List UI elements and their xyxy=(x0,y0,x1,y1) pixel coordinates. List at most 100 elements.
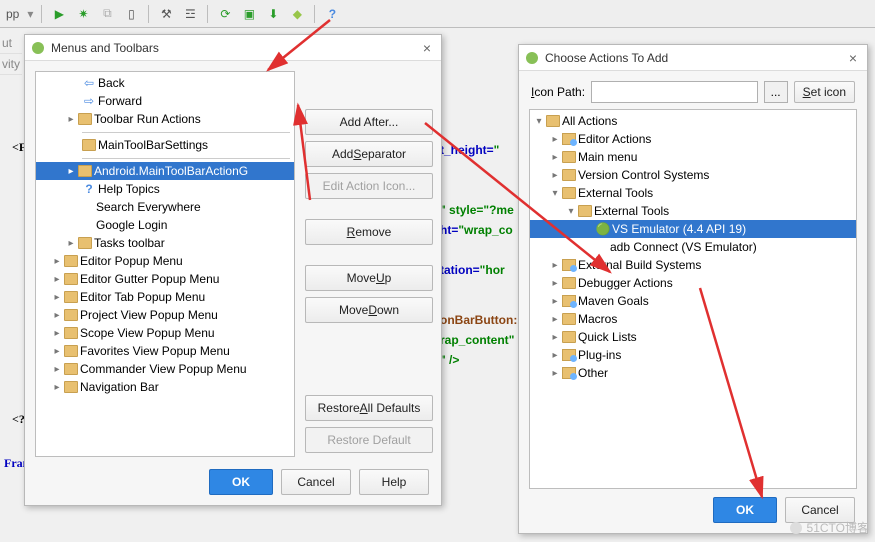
folder-icon xyxy=(78,237,92,249)
tree-item-ext2[interactable]: ▾External Tools xyxy=(530,202,856,220)
tree-item-project-popup[interactable]: ▸Project View Popup Menu xyxy=(36,306,294,324)
expand-icon[interactable]: ▸ xyxy=(66,166,76,177)
move-up-button[interactable]: Move Up xyxy=(305,265,433,291)
code-background: t_height=" " style="?me ht="wrap_co tati… xyxy=(440,140,517,370)
close-icon[interactable]: × xyxy=(419,40,435,56)
help-icon[interactable]: ? xyxy=(323,5,341,23)
tree-item-fav-popup[interactable]: ▸Favorites View Popup Menu xyxy=(36,342,294,360)
menus-toolbars-dialog: Menus and Toolbars × ⇦Back ⇨Forward ▸Too… xyxy=(24,34,442,506)
device-icon[interactable]: ▯ xyxy=(122,5,140,23)
choose-actions-dialog: Choose Actions To Add × Icon Path: ... S… xyxy=(518,44,868,534)
tree-item-vs-emulator-selected[interactable]: 🟢VS Emulator (4.4 API 19) xyxy=(530,220,856,238)
tree-item-tab-popup[interactable]: ▸Editor Tab Popup Menu xyxy=(36,288,294,306)
tree-item-vcs[interactable]: ▸Version Control Systems xyxy=(530,166,856,184)
expand-icon[interactable]: ▸ xyxy=(52,382,62,393)
tree-item-forward[interactable]: ⇨Forward xyxy=(36,92,294,110)
dialog-titlebar: Menus and Toolbars × xyxy=(25,35,441,61)
cancel-button[interactable]: Cancel xyxy=(281,469,351,495)
add-after-button[interactable]: Add After... xyxy=(305,109,433,135)
tree-item-adb[interactable]: adb Connect (VS Emulator) xyxy=(530,238,856,256)
forward-arrow-icon: ⇨ xyxy=(82,94,96,108)
icon-path-label: Icon Path: xyxy=(531,85,585,99)
tree-item-help[interactable]: ?Help Topics xyxy=(36,180,294,198)
tree-item-editor[interactable]: ▸Editor Actions xyxy=(530,130,856,148)
debug-icon[interactable]: ✷ xyxy=(74,5,92,23)
expanded-icon[interactable]: ▾ xyxy=(534,116,544,127)
tree-item-other[interactable]: ▸Other xyxy=(530,364,856,382)
expand-icon[interactable]: ▸ xyxy=(550,134,560,145)
expand-icon[interactable]: ▸ xyxy=(52,310,62,321)
browse-button[interactable]: ... xyxy=(764,81,788,103)
tree-item-plugins[interactable]: ▸Plug-ins xyxy=(530,346,856,364)
tree-item-navbar[interactable]: ▸Navigation Bar xyxy=(36,378,294,396)
expand-icon[interactable]: ▸ xyxy=(550,368,560,379)
tool1-icon[interactable]: ⚒ xyxy=(157,5,175,23)
avd-icon[interactable]: ▣ xyxy=(240,5,258,23)
tree-item-google[interactable]: Google Login xyxy=(36,216,294,234)
expand-icon[interactable]: ▸ xyxy=(52,328,62,339)
expand-icon[interactable]: ▸ xyxy=(52,346,62,357)
expand-icon[interactable]: ▸ xyxy=(66,114,76,125)
set-icon-button[interactable]: Set icon xyxy=(794,81,855,103)
tree-item-debug[interactable]: ▸Debugger Actions xyxy=(530,274,856,292)
separator-item[interactable] xyxy=(36,154,294,162)
expand-icon[interactable]: ▸ xyxy=(550,170,560,181)
tree-item-gutter-popup[interactable]: ▸Editor Gutter Popup Menu xyxy=(36,270,294,288)
actions-tree-panel[interactable]: ▾All Actions ▸Editor Actions ▸Main menu … xyxy=(529,109,857,489)
tree-item-settings[interactable]: MainToolBarSettings xyxy=(36,136,294,154)
ok-button[interactable]: OK xyxy=(209,469,273,495)
run-icon[interactable]: ▶ xyxy=(50,5,68,23)
tree-item-build[interactable]: ▸External Build Systems xyxy=(530,256,856,274)
expand-icon[interactable]: ▸ xyxy=(52,256,62,267)
expand-icon[interactable]: ▸ xyxy=(66,238,76,249)
tree-item-macros[interactable]: ▸Macros xyxy=(530,310,856,328)
tree-item-main[interactable]: ▸Main menu xyxy=(530,148,856,166)
restore-all-button[interactable]: Restore All Defaults xyxy=(305,395,433,421)
folder-icon xyxy=(64,291,78,303)
tree-item-run-actions[interactable]: ▸Toolbar Run Actions xyxy=(36,110,294,128)
move-down-button[interactable]: Move Down xyxy=(305,297,433,323)
add-separator-button[interactable]: Add Separator xyxy=(305,141,433,167)
tree-item-quick[interactable]: ▸Quick Lists xyxy=(530,328,856,346)
tree-item-maven[interactable]: ▸Maven Goals xyxy=(530,292,856,310)
ok-button[interactable]: OK xyxy=(713,497,777,523)
folder-icon xyxy=(64,309,78,321)
expand-icon[interactable]: ▸ xyxy=(550,278,560,289)
expanded-icon[interactable]: ▾ xyxy=(566,206,576,217)
folder-icon xyxy=(562,349,576,361)
tree-item-tasks[interactable]: ▸Tasks toolbar xyxy=(36,234,294,252)
help-button[interactable]: Help xyxy=(359,469,429,495)
tree-item-editor-popup[interactable]: ▸Editor Popup Menu xyxy=(36,252,294,270)
tree-item-ext[interactable]: ▾External Tools xyxy=(530,184,856,202)
tree-item-android-selected[interactable]: ▸Android.MainToolBarActionG xyxy=(36,162,294,180)
sdk-icon[interactable]: ⬇ xyxy=(264,5,282,23)
folder-icon xyxy=(562,367,576,379)
expand-icon[interactable]: ▸ xyxy=(550,260,560,271)
app-dropdown[interactable]: pp xyxy=(4,7,21,21)
expand-icon[interactable]: ▸ xyxy=(550,350,560,361)
expand-icon[interactable]: ▸ xyxy=(550,332,560,343)
close-icon[interactable]: × xyxy=(845,50,861,66)
tool2-icon[interactable]: ☲ xyxy=(181,5,199,23)
tree-panel[interactable]: ⇦Back ⇨Forward ▸Toolbar Run Actions Main… xyxy=(35,71,295,457)
tree-item-back[interactable]: ⇦Back xyxy=(36,74,294,92)
tree-item-cmd-popup[interactable]: ▸Commander View Popup Menu xyxy=(36,360,294,378)
expand-icon[interactable]: ▸ xyxy=(52,292,62,303)
expand-icon[interactable]: ▸ xyxy=(550,152,560,163)
expand-icon[interactable]: ▸ xyxy=(52,364,62,375)
expand-icon[interactable]: ▸ xyxy=(52,274,62,285)
icon-path-input[interactable] xyxy=(591,81,758,103)
expanded-icon[interactable]: ▾ xyxy=(550,188,560,199)
remove-button[interactable]: Remove xyxy=(305,219,433,245)
sync-icon[interactable]: ⟳ xyxy=(216,5,234,23)
expand-icon[interactable]: ▸ xyxy=(550,296,560,307)
icon-path-row: Icon Path: ... Set icon xyxy=(519,71,867,109)
tree-item-all[interactable]: ▾All Actions xyxy=(530,112,856,130)
tree-item-scope-popup[interactable]: ▸Scope View Popup Menu xyxy=(36,324,294,342)
tree-item-search[interactable]: Search Everywhere xyxy=(36,198,294,216)
dialog-title: Choose Actions To Add xyxy=(545,51,839,65)
coverage-icon[interactable]: ⧉ xyxy=(98,5,116,23)
expand-icon[interactable]: ▸ xyxy=(550,314,560,325)
android-icon[interactable]: ◆ xyxy=(288,5,306,23)
separator-item[interactable] xyxy=(36,128,294,136)
